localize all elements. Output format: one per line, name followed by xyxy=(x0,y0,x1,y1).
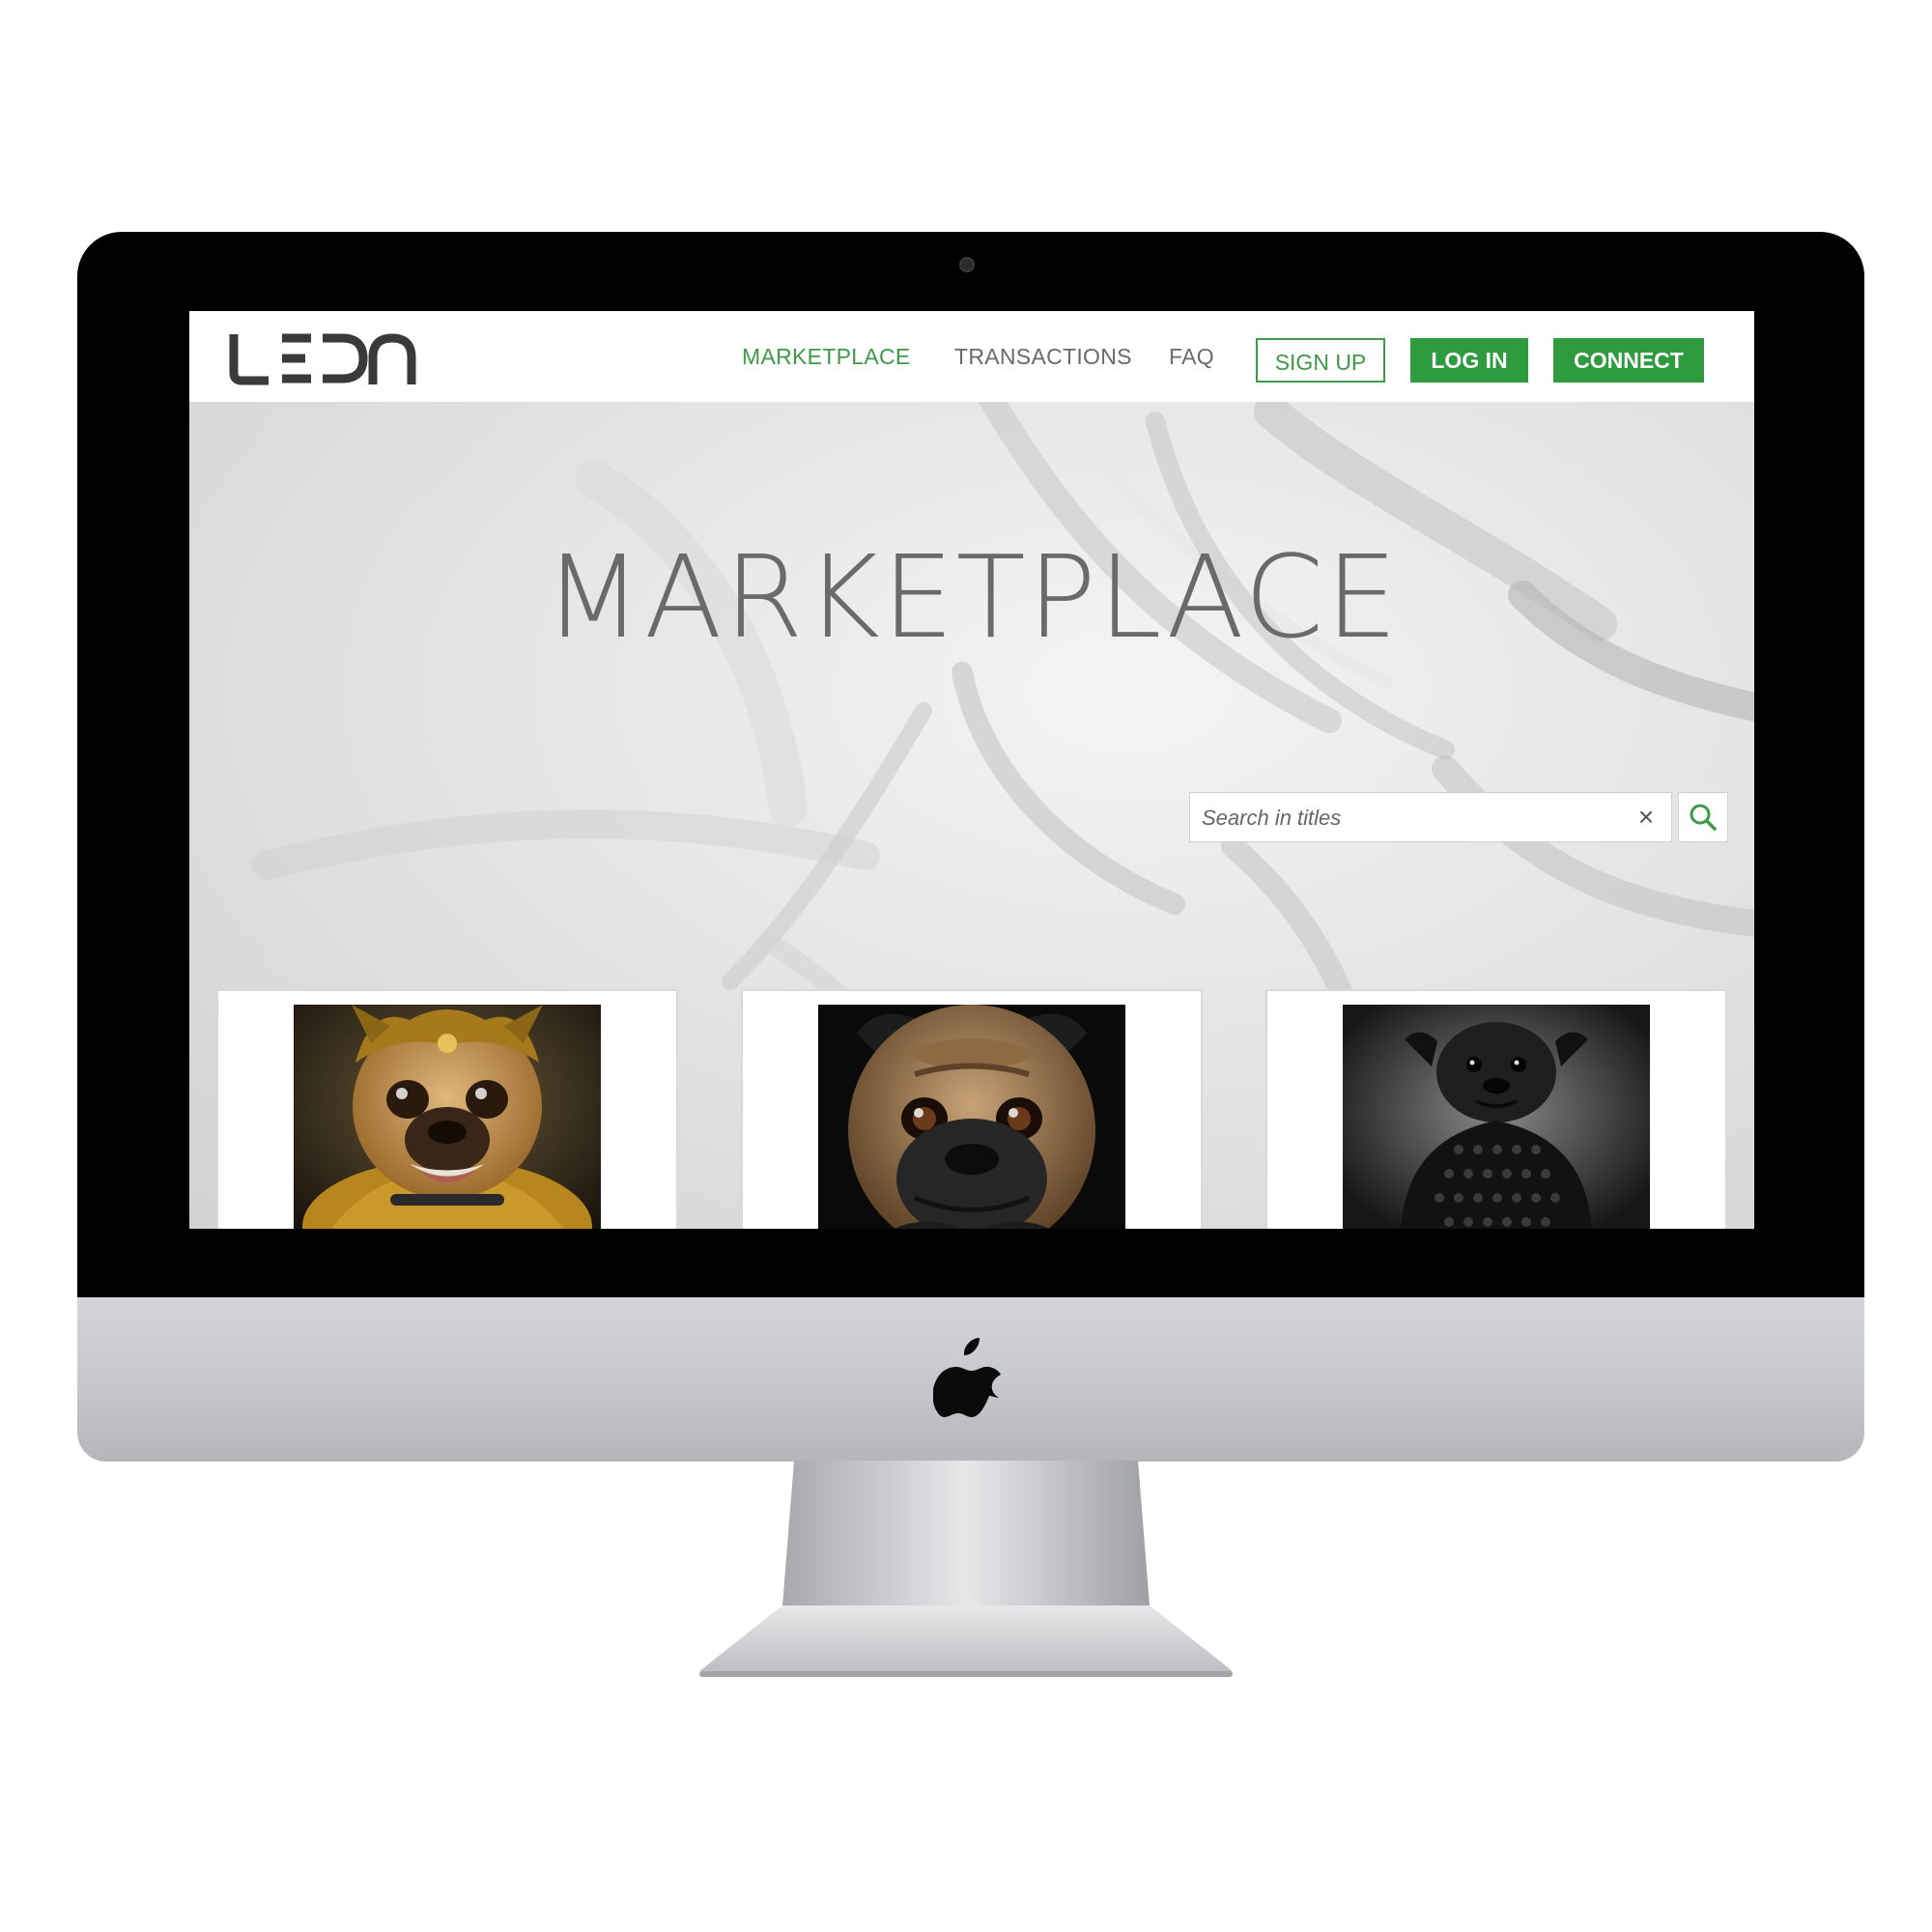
search-box: × xyxy=(1189,792,1672,842)
search-input[interactable] xyxy=(1200,801,1609,836)
imac-stand xyxy=(699,1461,1233,1677)
browser-screen: MARKETPLACE TRANSACTIONS FAQ SIGN UP LOG… xyxy=(189,311,1754,1229)
search-icon xyxy=(1690,804,1717,831)
connect-button[interactable]: CONNECT xyxy=(1553,338,1704,383)
camera-icon xyxy=(959,257,975,272)
nft-image-black-armor-pug xyxy=(1343,1005,1650,1229)
hero-section: MARKETPLACE × xyxy=(189,402,1754,1229)
nft-card[interactable] xyxy=(741,989,1203,1229)
nav-marketplace[interactable]: MARKETPLACE xyxy=(742,344,911,370)
log-in-button[interactable]: LOG IN xyxy=(1410,338,1528,383)
ledn-logo[interactable] xyxy=(228,330,416,386)
nft-card[interactable] xyxy=(1265,989,1727,1229)
nft-image-gold-pug xyxy=(294,1005,601,1229)
nav-transactions[interactable]: TRANSACTIONS xyxy=(954,344,1132,370)
apple-logo-icon xyxy=(933,1338,1001,1417)
search-button[interactable] xyxy=(1678,792,1728,842)
nft-card[interactable] xyxy=(216,989,678,1229)
close-icon[interactable]: × xyxy=(1632,803,1661,832)
nav-faq[interactable]: FAQ xyxy=(1169,344,1214,370)
top-nav: MARKETPLACE TRANSACTIONS FAQ SIGN UP LOG… xyxy=(189,311,1754,402)
nft-image-dark-pug xyxy=(818,1005,1125,1229)
page-title: MARKETPLACE xyxy=(544,530,1400,664)
sign-up-button[interactable]: SIGN UP xyxy=(1256,338,1385,383)
